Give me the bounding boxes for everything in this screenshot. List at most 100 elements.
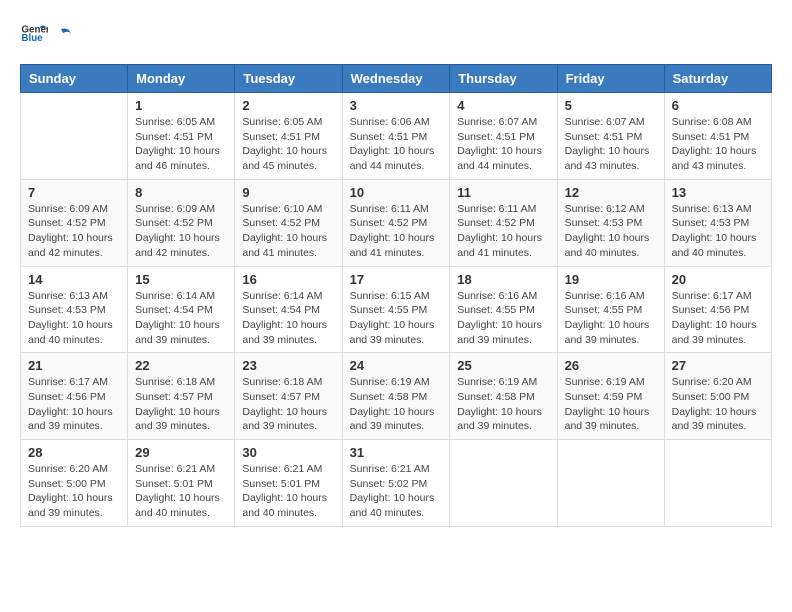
day-number: 17 <box>350 272 443 287</box>
day-number: 11 <box>457 185 549 200</box>
calendar-cell: 24 Sunrise: 6:19 AMSunset: 4:58 PMDayligh… <box>342 353 450 440</box>
day-info: Sunrise: 6:07 AMSunset: 4:51 PMDaylight:… <box>565 115 657 174</box>
day-info: Sunrise: 6:17 AMSunset: 4:56 PMDaylight:… <box>672 289 764 348</box>
logo-icon: General Blue <box>20 20 48 48</box>
day-info: Sunrise: 6:15 AMSunset: 4:55 PMDaylight:… <box>350 289 443 348</box>
logo: General Blue <box>20 20 74 48</box>
calendar-cell: 22Sunrise: 6:18 AMSunset: 4:57 PMDayligh… <box>128 353 235 440</box>
calendar-cell: 25Sunrise: 6:19 AMSunset: 4:58 PMDayligh… <box>450 353 557 440</box>
day-info: Sunrise: 6:16 AMSunset: 4:55 PMDaylight:… <box>457 289 549 348</box>
calendar-cell: 16 Sunrise: 6:14 AMSunset: 4:54 PMDayligh… <box>235 266 342 353</box>
calendar-cell: 15 Sunrise: 6:14 AMSunset: 4:54 PMDayligh… <box>128 266 235 353</box>
day-number: 8 <box>135 185 227 200</box>
day-number: 28 <box>28 445 120 460</box>
calendar-cell: 23 Sunrise: 6:18 AMSunset: 4:57 PMDayligh… <box>235 353 342 440</box>
calendar-cell: 8 Sunrise: 6:09 AMSunset: 4:52 PMDaylight… <box>128 179 235 266</box>
day-info: Sunrise: 6:17 AMSunset: 4:56 PMDaylight:… <box>28 375 120 434</box>
calendar-cell: 26Sunrise: 6:19 AMSunset: 4:59 PMDayligh… <box>557 353 664 440</box>
day-number: 1 <box>135 98 227 113</box>
day-info: Sunrise: 6:21 AMSunset: 5:01 PMDaylight:… <box>242 462 334 521</box>
day-number: 30 <box>242 445 334 460</box>
calendar-cell: 21 Sunrise: 6:17 AMSunset: 4:56 PMDayligh… <box>21 353 128 440</box>
calendar-cell: 6Sunrise: 6:08 AMSunset: 4:51 PMDaylight… <box>664 93 771 180</box>
day-number: 16 <box>242 272 334 287</box>
calendar-table: SundayMondayTuesdayWednesdayThursdayFrid… <box>20 64 772 527</box>
day-info: Sunrise: 6:20 AMSunset: 5:00 PMDaylight:… <box>28 462 120 521</box>
day-number: 13 <box>672 185 764 200</box>
day-number: 19 <box>565 272 657 287</box>
calendar-header-row: SundayMondayTuesdayWednesdayThursdayFrid… <box>21 65 772 93</box>
day-number: 14 <box>28 272 120 287</box>
day-info: Sunrise: 6:14 AMSunset: 4:54 PMDaylight:… <box>242 289 334 348</box>
page-header: General Blue <box>20 20 772 48</box>
svg-text:Blue: Blue <box>21 33 43 44</box>
calendar-cell: 19 Sunrise: 6:16 AMSunset: 4:55 PMDayligh… <box>557 266 664 353</box>
calendar-week-row: 1 Sunrise: 6:05 AMSunset: 4:51 PMDaylight… <box>21 93 772 180</box>
day-info: Sunrise: 6:16 AMSunset: 4:55 PMDaylight:… <box>565 289 657 348</box>
calendar-cell: 11 Sunrise: 6:11 AMSunset: 4:52 PMDayligh… <box>450 179 557 266</box>
calendar-cell: 28 Sunrise: 6:20 AMSunset: 5:00 PMDayligh… <box>21 440 128 527</box>
day-number: 12 <box>565 185 657 200</box>
day-number: 9 <box>242 185 334 200</box>
calendar-cell: 14 Sunrise: 6:13 AMSunset: 4:53 PMDayligh… <box>21 266 128 353</box>
day-info: Sunrise: 6:21 AMSunset: 5:02 PMDaylight:… <box>350 462 443 521</box>
weekday-header-saturday: Saturday <box>664 65 771 93</box>
weekday-header-tuesday: Tuesday <box>235 65 342 93</box>
day-number: 27 <box>672 358 764 373</box>
day-info: Sunrise: 6:20 AMSunset: 5:00 PMDaylight:… <box>672 375 764 434</box>
calendar-cell: 30 Sunrise: 6:21 AMSunset: 5:01 PMDayligh… <box>235 440 342 527</box>
weekday-header-sunday: Sunday <box>21 65 128 93</box>
day-number: 31 <box>350 445 443 460</box>
calendar-cell: 1 Sunrise: 6:05 AMSunset: 4:51 PMDaylight… <box>128 93 235 180</box>
calendar-cell: 13 Sunrise: 6:13 AMSunset: 4:53 PMDayligh… <box>664 179 771 266</box>
calendar-cell <box>557 440 664 527</box>
calendar-cell: 27 Sunrise: 6:20 AMSunset: 5:00 PMDayligh… <box>664 353 771 440</box>
day-info: Sunrise: 6:19 AMSunset: 4:59 PMDaylight:… <box>565 375 657 434</box>
day-number: 3 <box>350 98 443 113</box>
day-info: Sunrise: 6:13 AMSunset: 4:53 PMDaylight:… <box>672 202 764 261</box>
calendar-cell <box>450 440 557 527</box>
calendar-cell: 20Sunrise: 6:17 AMSunset: 4:56 PMDayligh… <box>664 266 771 353</box>
day-info: Sunrise: 6:14 AMSunset: 4:54 PMDaylight:… <box>135 289 227 348</box>
day-number: 2 <box>242 98 334 113</box>
day-info: Sunrise: 6:11 AMSunset: 4:52 PMDaylight:… <box>457 202 549 261</box>
calendar-cell: 17 Sunrise: 6:15 AMSunset: 4:55 PMDayligh… <box>342 266 450 353</box>
day-info: Sunrise: 6:05 AMSunset: 4:51 PMDaylight:… <box>135 115 227 174</box>
calendar-cell: 5Sunrise: 6:07 AMSunset: 4:51 PMDaylight… <box>557 93 664 180</box>
day-number: 7 <box>28 185 120 200</box>
day-info: Sunrise: 6:11 AMSunset: 4:52 PMDaylight:… <box>350 202 443 261</box>
day-info: Sunrise: 6:18 AMSunset: 4:57 PMDaylight:… <box>242 375 334 434</box>
day-number: 15 <box>135 272 227 287</box>
calendar-week-row: 28 Sunrise: 6:20 AMSunset: 5:00 PMDayligh… <box>21 440 772 527</box>
weekday-header-wednesday: Wednesday <box>342 65 450 93</box>
day-info: Sunrise: 6:10 AMSunset: 4:52 PMDaylight:… <box>242 202 334 261</box>
day-info: Sunrise: 6:13 AMSunset: 4:53 PMDaylight:… <box>28 289 120 348</box>
day-info: Sunrise: 6:19 AMSunset: 4:58 PMDaylight:… <box>350 375 443 434</box>
calendar-cell: 10 Sunrise: 6:11 AMSunset: 4:52 PMDayligh… <box>342 179 450 266</box>
calendar-cell: 7 Sunrise: 6:09 AMSunset: 4:52 PMDaylight… <box>21 179 128 266</box>
day-number: 29 <box>135 445 227 460</box>
day-info: Sunrise: 6:12 AMSunset: 4:53 PMDaylight:… <box>565 202 657 261</box>
calendar-cell: 29 Sunrise: 6:21 AMSunset: 5:01 PMDayligh… <box>128 440 235 527</box>
day-info: Sunrise: 6:09 AMSunset: 4:52 PMDaylight:… <box>135 202 227 261</box>
calendar-week-row: 14 Sunrise: 6:13 AMSunset: 4:53 PMDayligh… <box>21 266 772 353</box>
logo-swoosh <box>53 26 73 46</box>
calendar-cell: 31 Sunrise: 6:21 AMSunset: 5:02 PMDayligh… <box>342 440 450 527</box>
day-info: Sunrise: 6:07 AMSunset: 4:51 PMDaylight:… <box>457 115 549 174</box>
calendar-cell: 18Sunrise: 6:16 AMSunset: 4:55 PMDayligh… <box>450 266 557 353</box>
day-info: Sunrise: 6:19 AMSunset: 4:58 PMDaylight:… <box>457 375 549 434</box>
calendar-cell: 2Sunrise: 6:05 AMSunset: 4:51 PMDaylight… <box>235 93 342 180</box>
day-info: Sunrise: 6:18 AMSunset: 4:57 PMDaylight:… <box>135 375 227 434</box>
day-number: 10 <box>350 185 443 200</box>
day-number: 21 <box>28 358 120 373</box>
calendar-cell: 4Sunrise: 6:07 AMSunset: 4:51 PMDaylight… <box>450 93 557 180</box>
calendar-week-row: 21 Sunrise: 6:17 AMSunset: 4:56 PMDayligh… <box>21 353 772 440</box>
day-info: Sunrise: 6:21 AMSunset: 5:01 PMDaylight:… <box>135 462 227 521</box>
day-info: Sunrise: 6:09 AMSunset: 4:52 PMDaylight:… <box>28 202 120 261</box>
calendar-cell: 3Sunrise: 6:06 AMSunset: 4:51 PMDaylight… <box>342 93 450 180</box>
calendar-week-row: 7 Sunrise: 6:09 AMSunset: 4:52 PMDaylight… <box>21 179 772 266</box>
calendar-cell <box>21 93 128 180</box>
day-number: 23 <box>242 358 334 373</box>
day-number: 6 <box>672 98 764 113</box>
day-number: 24 <box>350 358 443 373</box>
